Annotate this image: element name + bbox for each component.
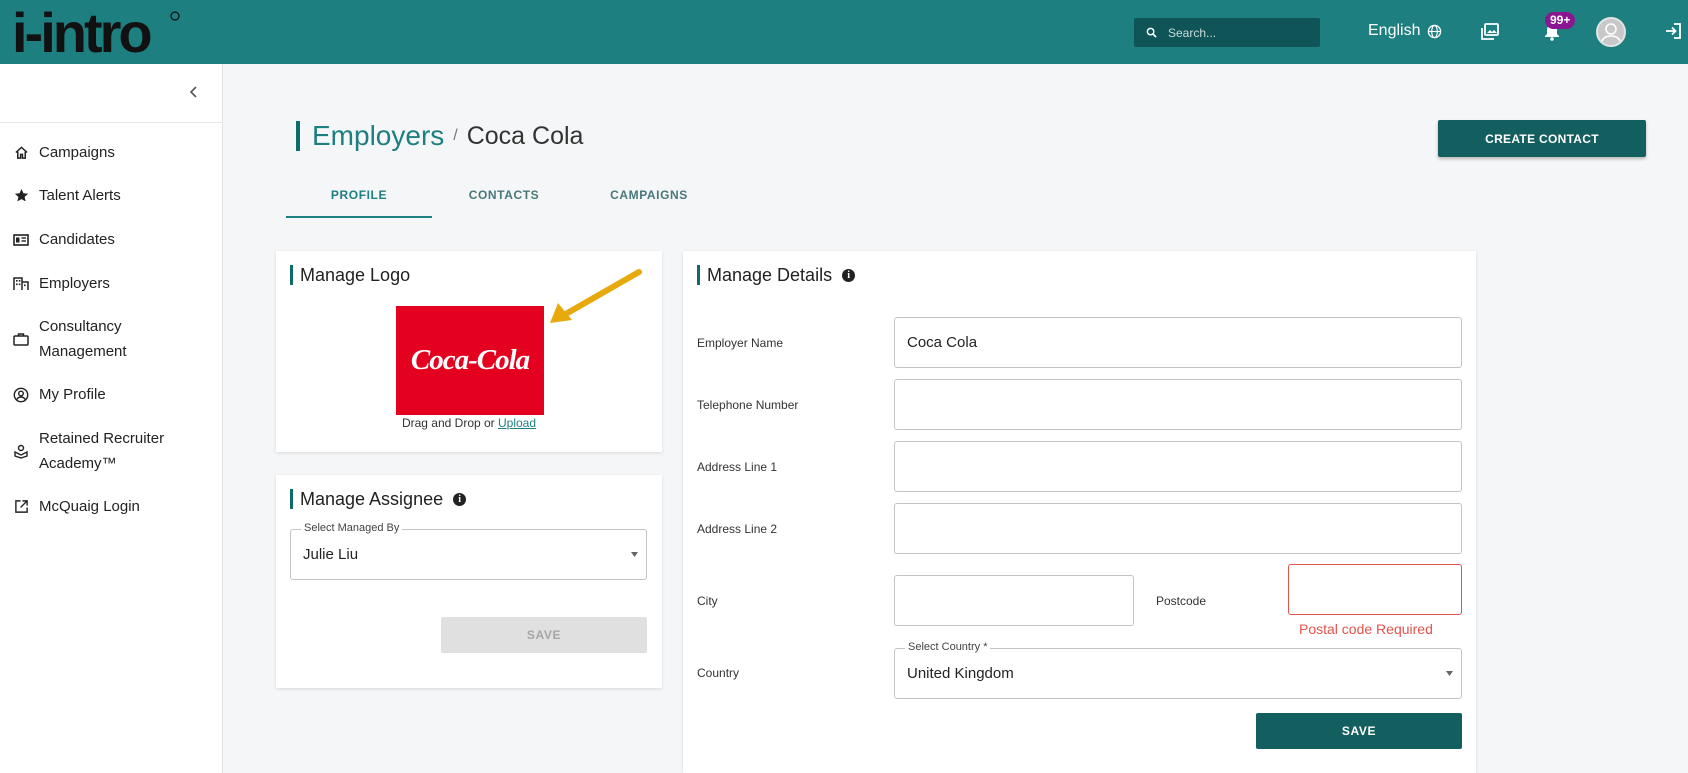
- title-accent-bar: [296, 121, 300, 151]
- create-contact-button[interactable]: CREATE CONTACT: [1438, 120, 1646, 157]
- sidebar-item-candidates[interactable]: Candidates: [12, 227, 179, 252]
- employer-name-label: Employer Name: [697, 336, 784, 350]
- manage-assignee-card: Manage Assignee i Select Managed By Juli…: [276, 475, 662, 688]
- notification-badge: 99+: [1545, 12, 1576, 29]
- drag-drop-hint: Drag and Drop or Upload: [276, 416, 662, 430]
- postcode-label: Postcode: [1156, 594, 1207, 608]
- sidebar-item-label: Retained Recruiter Academy™: [39, 430, 165, 472]
- sidebar-item-my-profile[interactable]: My Profile: [12, 382, 179, 407]
- breadcrumb-employers-link[interactable]: Employers: [312, 120, 444, 152]
- manage-assignee-header: Manage Assignee i: [290, 488, 467, 510]
- city-input[interactable]: [894, 575, 1134, 626]
- card-title: Manage Assignee: [300, 488, 444, 509]
- select-label: Select Managed By: [301, 522, 403, 534]
- language-selector[interactable]: English: [1368, 22, 1442, 40]
- sidebar-item-retained-recruiter-academy[interactable]: Retained Recruiter Academy™: [12, 426, 179, 476]
- language-label: English: [1368, 22, 1421, 39]
- sidebar-item-label: Employers: [39, 275, 110, 292]
- chevron-left-icon: [189, 86, 197, 98]
- top-bar: i-intro English 99+: [0, 0, 1688, 64]
- sidebar-item-talent-alerts[interactable]: Talent Alerts: [12, 183, 179, 208]
- country-select[interactable]: Select Country * United Kingdom: [894, 641, 1462, 699]
- intro-logo[interactable]: i-intro: [12, 2, 182, 60]
- sidebar-item-employers[interactable]: Employers: [12, 271, 179, 296]
- address-line-2-input[interactable]: [894, 503, 1462, 554]
- id-card-icon: [12, 231, 30, 249]
- coca-cola-logo-text: Coca-Cola: [410, 344, 530, 376]
- academy-icon: [12, 442, 30, 460]
- postcode-input[interactable]: [1288, 564, 1462, 615]
- sidebar-divider: [0, 122, 222, 123]
- search-input[interactable]: [1168, 25, 1308, 40]
- drag-drop-text: Drag and Drop or: [401, 416, 498, 430]
- caret-down-icon: [631, 552, 638, 557]
- managed-by-select[interactable]: Select Managed By Julie Liu: [290, 522, 647, 580]
- globe-icon: [1428, 24, 1442, 38]
- sidebar-item-label: McQuaig Login: [39, 498, 140, 515]
- address-line-1-input[interactable]: [894, 441, 1462, 492]
- home-icon: [12, 144, 30, 162]
- employer-name-input[interactable]: [894, 317, 1462, 368]
- postcode-error-message: Postal code Required: [1299, 621, 1433, 637]
- address-line-1-label: Address Line 1: [697, 460, 778, 474]
- tab-contacts[interactable]: CONTACTS: [431, 178, 577, 218]
- manage-logo-card: Manage Logo Coca-Cola Drag and Drop or U…: [276, 251, 662, 452]
- country-label: Country: [697, 666, 740, 680]
- select-value: United Kingdom: [907, 665, 1014, 682]
- user-circle-icon: [12, 386, 30, 404]
- tab-campaigns[interactable]: CAMPAIGNS: [576, 178, 722, 218]
- select-value: Julie Liu: [303, 546, 359, 563]
- collapse-sidebar-button[interactable]: [184, 82, 204, 102]
- search-box[interactable]: [1134, 18, 1320, 47]
- tab-profile[interactable]: PROFILE: [286, 178, 432, 218]
- briefcase-icon: [12, 330, 30, 348]
- employer-logo-image[interactable]: Coca-Cola: [396, 306, 544, 415]
- external-link-icon: [12, 498, 30, 516]
- sidebar-item-label: Candidates: [39, 231, 115, 248]
- select-label: Select Country *: [905, 641, 991, 653]
- upload-link[interactable]: Upload: [498, 416, 536, 430]
- search-icon: [1134, 27, 1168, 38]
- address-line-2-label: Address Line 2: [697, 522, 778, 536]
- star-icon: [12, 187, 30, 205]
- avatar[interactable]: [1596, 17, 1626, 47]
- city-label: City: [697, 594, 718, 608]
- photo-library-icon[interactable]: [1480, 22, 1500, 42]
- sidebar-item-label: Talent Alerts: [39, 187, 121, 204]
- assignee-save-button[interactable]: SAVE: [441, 617, 647, 653]
- sidebar-item-campaigns[interactable]: Campaigns: [12, 140, 179, 165]
- arrow-annotation-icon: [550, 269, 642, 323]
- svg-text:i-intro: i-intro: [12, 2, 151, 60]
- title-accent-bar: [290, 265, 293, 285]
- sidebar-item-consultancy-management[interactable]: Consultancy Management: [12, 314, 179, 364]
- telephone-input[interactable]: [894, 379, 1462, 430]
- caret-down-icon: [1446, 671, 1453, 676]
- sidebar-item-label: Campaigns: [39, 144, 115, 161]
- sidebar-item-label: Consultancy Management: [39, 318, 127, 360]
- telephone-label: Telephone Number: [697, 398, 799, 412]
- building-icon: [12, 275, 30, 293]
- card-title: Manage Logo: [300, 264, 411, 285]
- sidebar: Campaigns Talent Alerts Candidates Emplo…: [0, 64, 223, 773]
- manage-details-card: Manage Details i Employer Name Telephone…: [683, 251, 1476, 773]
- details-save-button[interactable]: SAVE: [1256, 713, 1462, 749]
- title-accent-bar: [697, 265, 700, 285]
- sidebar-item-label: My Profile: [39, 386, 106, 403]
- title-accent-bar: [290, 489, 293, 509]
- info-icon[interactable]: i: [842, 268, 856, 282]
- user-avatar-icon: [1600, 23, 1622, 45]
- info-icon[interactable]: i: [453, 492, 467, 506]
- breadcrumb-separator: /: [453, 127, 458, 144]
- breadcrumb: Employers / Coca Cola: [296, 118, 583, 154]
- card-title: Manage Details: [707, 264, 833, 285]
- sidebar-item-mcquaig-login[interactable]: McQuaig Login: [12, 494, 179, 519]
- logout-icon[interactable]: [1664, 22, 1682, 40]
- manage-details-header: Manage Details i: [697, 264, 856, 286]
- manage-logo-header: Manage Logo: [290, 264, 410, 286]
- page-title: Coca Cola: [466, 121, 584, 150]
